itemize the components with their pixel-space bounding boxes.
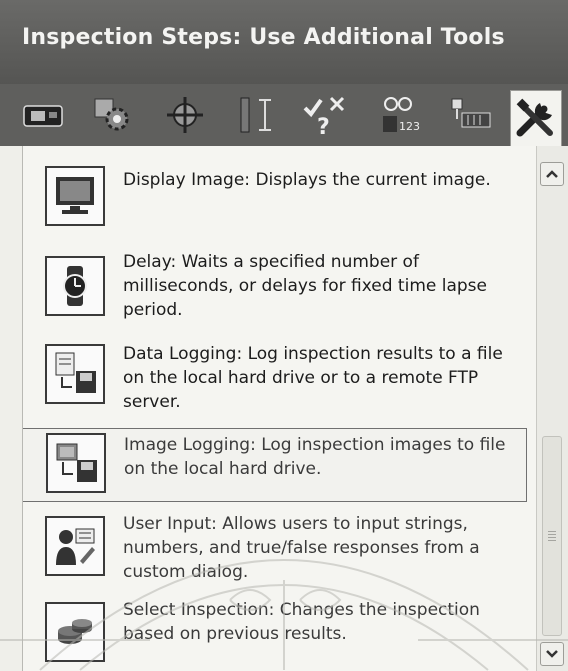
svg-text:123: 123 — [399, 120, 420, 133]
chevron-down-icon — [546, 650, 558, 658]
scroll-up-button[interactable] — [540, 162, 564, 186]
scroll-thumb[interactable] — [542, 436, 562, 636]
counter-icon[interactable]: 123 — [376, 92, 426, 138]
list-item-selected[interactable]: Image Logging: Log inspection images to … — [23, 428, 527, 502]
step-description: User Input: Allows users to input string… — [123, 514, 480, 582]
step-description: Data Logging: Log inspection results to … — [123, 344, 503, 412]
user-input-icon — [45, 516, 105, 576]
step-description: Display Image: Displays the current imag… — [123, 170, 491, 190]
steps-list: Display Image: Displays the current imag… — [22, 146, 537, 671]
inspection-steps-panel: Inspection Steps: Use Additional Tools ?… — [0, 0, 568, 671]
scroll-down-button[interactable] — [540, 642, 564, 666]
list-item[interactable]: Data Logging: Log inspection results to … — [23, 342, 535, 424]
svg-text:?: ? — [317, 115, 330, 136]
measure-icon[interactable] — [232, 92, 282, 138]
chevron-up-icon — [546, 170, 558, 178]
step-description: Image Logging: Log inspection images to … — [124, 435, 506, 479]
step-description: Select Inspection: Changes the inspectio… — [123, 600, 480, 644]
gear-search-icon[interactable] — [88, 92, 138, 138]
check-question-icon[interactable]: ? — [300, 92, 350, 138]
tools-icon[interactable] — [510, 90, 562, 147]
list-item[interactable]: Display Image: Displays the current imag… — [23, 162, 535, 242]
vertical-scrollbar[interactable] — [536, 146, 568, 671]
io-icon[interactable] — [446, 92, 496, 138]
step-description: Delay: Waits a specified number of milli… — [123, 252, 487, 320]
crosshair-icon[interactable] — [160, 92, 210, 138]
page-title: Inspection Steps: Use Additional Tools — [22, 25, 505, 50]
data-logging-icon — [45, 344, 105, 404]
list-item[interactable]: User Input: Allows users to input string… — [23, 512, 535, 592]
tools-toolbar: ? 123 — [0, 84, 568, 147]
panel-header: Inspection Steps: Use Additional Tools — [0, 0, 568, 84]
camera-icon[interactable] — [18, 92, 68, 138]
image-logging-icon — [46, 433, 106, 493]
select-inspection-icon — [45, 602, 105, 662]
delay-icon — [45, 256, 105, 316]
display-image-icon — [45, 166, 105, 226]
list-item[interactable]: Select Inspection: Changes the inspectio… — [23, 598, 535, 668]
list-item[interactable]: Delay: Waits a specified number of milli… — [23, 250, 535, 338]
